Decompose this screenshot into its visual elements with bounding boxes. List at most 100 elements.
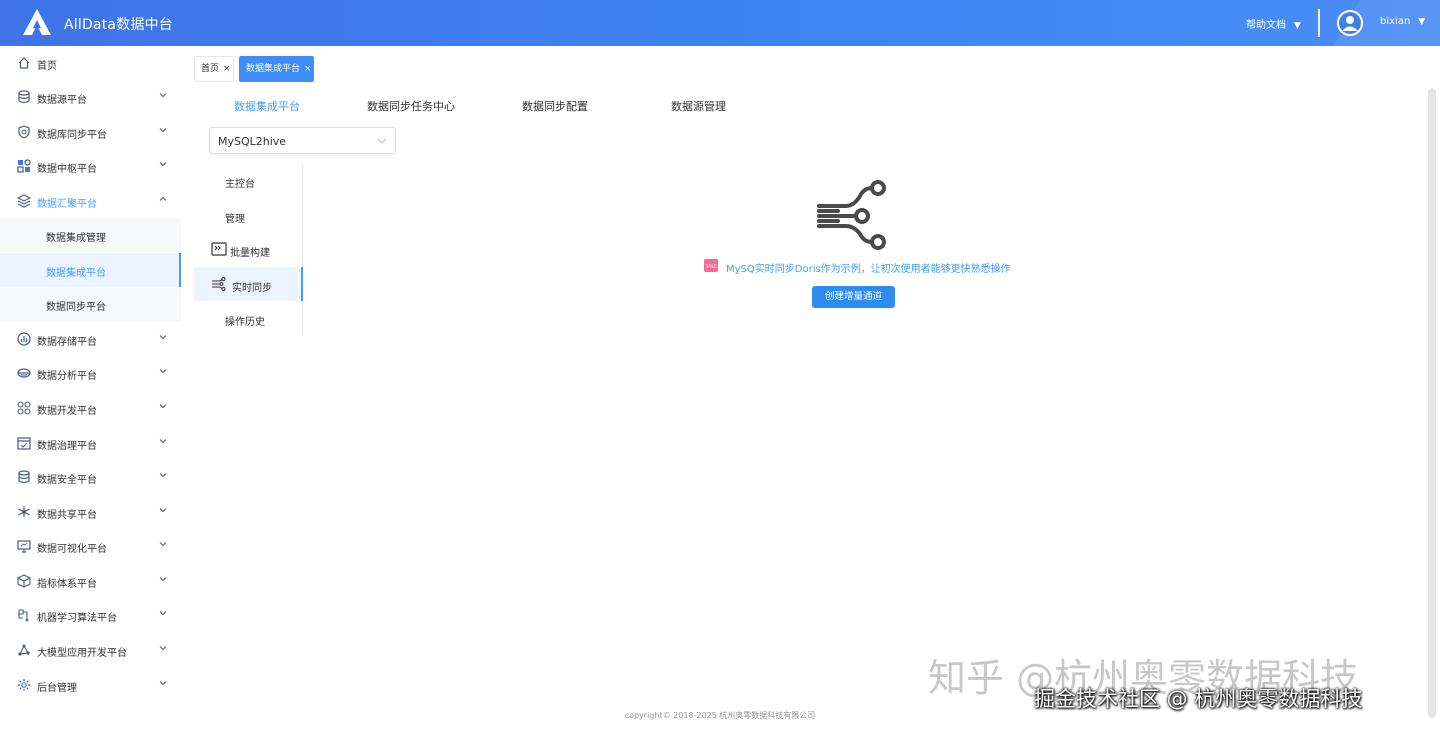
sidebar-item-governance[interactable]: 数据治理平台 <box>0 426 181 460</box>
menu-item-label: 管理 <box>225 214 245 225</box>
menu-item-manage[interactable]: 管理 <box>194 198 303 232</box>
sidebar-item-label: 数据存储平台 <box>37 337 97 348</box>
sidebar-item-label: 数据治理平台 <box>37 441 97 452</box>
help-docs-label: 帮助文档 <box>1246 20 1286 31</box>
menu-item-realtime-sync[interactable]: 实时同步 <box>194 267 303 301</box>
app-title[interactable]: AllData数据中台 <box>64 14 173 34</box>
chevron-down-icon <box>159 542 167 547</box>
sidebar-subitem-integration-platform[interactable]: 数据集成平台 <box>0 253 181 287</box>
project-select[interactable]: MySQL2hive <box>209 127 396 154</box>
active-indicator <box>179 253 181 287</box>
chevron-down-icon <box>159 611 167 616</box>
menu-item-batch-build[interactable]: 批量构建 <box>194 232 303 266</box>
menu-item-console[interactable]: 主控台 <box>194 163 303 197</box>
sidebar-item-datasource[interactable]: 数据源平台 <box>0 80 181 114</box>
layers-icon <box>17 194 31 208</box>
menu-item-label: 实时同步 <box>232 283 272 294</box>
empty-state-text: MySQ实时同步Doris作为示例，让初次使用者能够更快熟悉操作 <box>726 264 1011 275</box>
chevron-down-icon <box>159 128 167 133</box>
monitor-icon <box>17 540 31 553</box>
top-header: AllData数据中台 帮助文档 ▼ bixian ▼ <box>0 0 1440 46</box>
sidebar-subitem-sync-platform[interactable]: 数据同步平台 <box>0 287 181 321</box>
tag-integration-platform[interactable]: 数据集成平台 × <box>239 56 314 82</box>
chevron-up-icon <box>159 196 167 201</box>
terminal-icon <box>211 242 227 256</box>
chevron-down-icon <box>159 404 167 409</box>
sidebar-subitem-label: 数据集成平台 <box>46 268 106 279</box>
sidebar-item-development[interactable]: 数据开发平台 <box>0 391 181 425</box>
caret-down-icon: ▼ <box>1294 21 1301 31</box>
tab-datasource-mgmt[interactable]: 数据源管理 <box>671 98 726 114</box>
analysis-icon <box>17 368 31 378</box>
chevron-down-icon <box>159 369 167 374</box>
sidebar-item-home[interactable]: 首页 <box>0 46 181 80</box>
apps-icon <box>17 401 31 415</box>
sidebar-item-admin[interactable]: 后台管理 <box>0 668 181 702</box>
sidebar-item-visualization[interactable]: 数据可视化平台 <box>0 529 181 563</box>
user-menu[interactable]: bixian ▼ <box>1380 16 1425 27</box>
sidebar-item-analysis[interactable]: 数据分析平台 <box>0 356 181 390</box>
tab-sync-task-center[interactable]: 数据同步任务中心 <box>367 98 455 114</box>
database-icon <box>18 90 30 104</box>
tab-sync-config[interactable]: 数据同步配置 <box>522 98 588 114</box>
create-incremental-channel-button[interactable]: 创建增量通道 <box>812 286 895 308</box>
sidebar-item-label: 数据汇聚平台 <box>37 199 97 210</box>
tab-integration-platform[interactable]: 数据集成平台 <box>234 98 300 114</box>
sidebar-item-metrics[interactable]: 指标体系平台 <box>0 564 181 598</box>
main-tabs: 数据集成平台 数据同步任务中心 数据同步配置 数据源管理 <box>194 94 1424 116</box>
calendar-icon <box>17 437 31 450</box>
chevron-down-icon <box>159 577 167 582</box>
sidebar-item-label: 数据共享平台 <box>37 510 97 521</box>
sale-tag-icon: SALE <box>704 259 718 272</box>
tag-home[interactable]: 首页 × <box>194 56 234 82</box>
sidebar: 首页 数据源平台 数据库同步平台 数据中枢平台 数据汇聚平台 数据集成管理 数据… <box>0 46 181 730</box>
sidebar-item-data-aggregation[interactable]: 数据汇聚平台 <box>0 184 181 218</box>
chevron-down-icon <box>159 93 167 98</box>
cylinder-icon <box>18 470 30 484</box>
sidebar-item-storage[interactable]: 数据存储平台 <box>0 322 181 356</box>
chevron-down-icon <box>159 162 167 167</box>
header-divider <box>1318 9 1320 37</box>
menu-item-label: 操作历史 <box>225 317 265 328</box>
tag-label: 首页 <box>201 64 220 74</box>
sidebar-item-llm-dev[interactable]: 大模型应用开发平台 <box>0 633 181 667</box>
sidebar-item-label: 数据源平台 <box>37 95 87 106</box>
sidebar-item-machine-learning[interactable]: 机器学习算法平台 <box>0 598 181 632</box>
close-icon[interactable]: × <box>304 64 312 74</box>
sidebar-item-sharing[interactable]: 数据共享平台 <box>0 495 181 529</box>
vertical-scrollbar[interactable] <box>1428 88 1436 718</box>
menu-item-label: 主控台 <box>225 179 255 190</box>
username: bixian <box>1380 16 1411 27</box>
menu-item-history[interactable]: 操作历史 <box>194 301 303 335</box>
home-icon <box>18 57 30 69</box>
sidebar-item-label: 大模型应用开发平台 <box>37 648 127 659</box>
tag-label: 数据集成平台 <box>246 64 301 74</box>
watermark-juejin: 掘金技术社区 @ 杭州奥零数据科技 <box>1034 687 1363 711</box>
sidebar-item-label: 数据开发平台 <box>37 406 97 417</box>
graph-icon <box>18 644 30 656</box>
chevron-down-icon <box>159 508 167 513</box>
chevron-down-icon <box>159 335 167 340</box>
sidebar-subitem-integration-mgmt[interactable]: 数据集成管理 <box>0 218 181 252</box>
menu-item-label: 批量构建 <box>230 248 270 259</box>
help-docs-menu[interactable]: 帮助文档 ▼ <box>1246 16 1301 31</box>
chevron-down-icon <box>159 473 167 478</box>
sale-tag-text: SALE <box>705 264 717 270</box>
sidebar-item-label: 数据分析平台 <box>37 371 97 382</box>
sidebar-subitem-label: 数据同步平台 <box>46 302 106 313</box>
alldata-logo-icon[interactable] <box>22 8 52 36</box>
sidebar-item-security[interactable]: 数据安全平台 <box>0 460 181 494</box>
sidebar-subitem-label: 数据集成管理 <box>46 233 106 244</box>
sidebar-item-db-sync[interactable]: 数据库同步平台 <box>0 115 181 149</box>
network-icon <box>18 506 30 517</box>
sidebar-item-label: 数据安全平台 <box>37 475 97 486</box>
sidebar-item-label: 首页 <box>37 61 57 72</box>
project-select-value: MySQL2hive <box>218 135 287 148</box>
sidebar-item-label: 数据中枢平台 <box>37 164 97 175</box>
grid-icon <box>17 159 31 173</box>
caret-down-icon: ▼ <box>1418 17 1426 27</box>
avatar[interactable] <box>1337 10 1363 36</box>
sidebar-item-label: 数据可视化平台 <box>37 544 107 555</box>
sidebar-item-data-hub[interactable]: 数据中枢平台 <box>0 149 181 183</box>
close-icon[interactable]: × <box>223 64 231 74</box>
